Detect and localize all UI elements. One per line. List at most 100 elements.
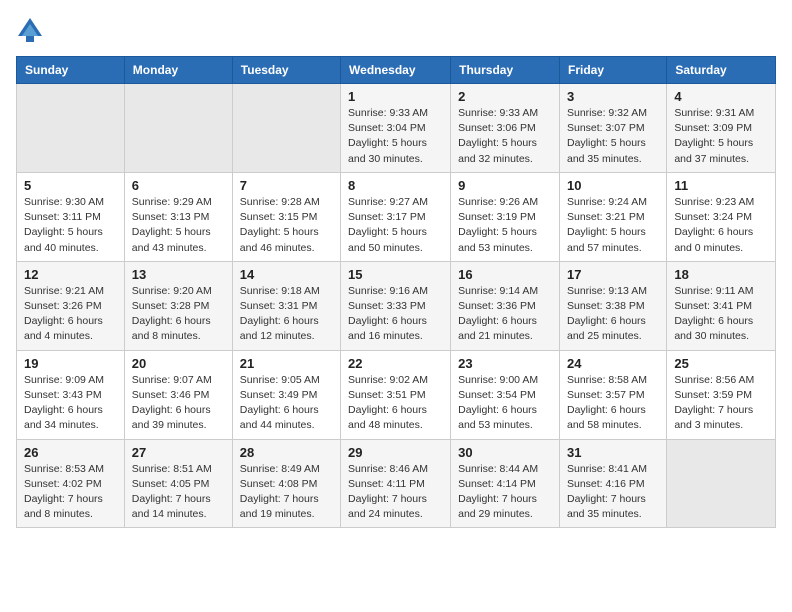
day-number: 6: [132, 178, 225, 193]
day-info: Sunrise: 8:58 AM Sunset: 3:57 PM Dayligh…: [567, 373, 659, 434]
day-info: Sunrise: 9:14 AM Sunset: 3:36 PM Dayligh…: [458, 284, 552, 345]
day-info: Sunrise: 9:31 AM Sunset: 3:09 PM Dayligh…: [674, 106, 768, 167]
day-number: 18: [674, 267, 768, 282]
header-monday: Monday: [124, 57, 232, 84]
day-info: Sunrise: 9:13 AM Sunset: 3:38 PM Dayligh…: [567, 284, 659, 345]
day-number: 17: [567, 267, 659, 282]
header-wednesday: Wednesday: [341, 57, 451, 84]
calendar-cell: 9 Sunrise: 9:26 AM Sunset: 3:19 PM Daylig…: [451, 172, 560, 261]
day-number: 2: [458, 89, 552, 104]
day-number: 13: [132, 267, 225, 282]
day-number: 15: [348, 267, 443, 282]
calendar-cell: 29 Sunrise: 8:46 AM Sunset: 4:11 PM Dayli…: [341, 439, 451, 528]
header-thursday: Thursday: [451, 57, 560, 84]
day-info: Sunrise: 8:46 AM Sunset: 4:11 PM Dayligh…: [348, 462, 443, 523]
day-info: Sunrise: 9:24 AM Sunset: 3:21 PM Dayligh…: [567, 195, 659, 256]
calendar-cell: 5 Sunrise: 9:30 AM Sunset: 3:11 PM Daylig…: [17, 172, 125, 261]
day-info: Sunrise: 9:07 AM Sunset: 3:46 PM Dayligh…: [132, 373, 225, 434]
day-info: Sunrise: 9:29 AM Sunset: 3:13 PM Dayligh…: [132, 195, 225, 256]
header-sunday: Sunday: [17, 57, 125, 84]
calendar-cell: [667, 439, 776, 528]
day-number: 19: [24, 356, 117, 371]
day-number: 14: [240, 267, 333, 282]
day-number: 30: [458, 445, 552, 460]
day-number: 27: [132, 445, 225, 460]
calendar-cell: 7 Sunrise: 9:28 AM Sunset: 3:15 PM Daylig…: [232, 172, 340, 261]
calendar-header-row: SundayMondayTuesdayWednesdayThursdayFrid…: [17, 57, 776, 84]
day-info: Sunrise: 9:02 AM Sunset: 3:51 PM Dayligh…: [348, 373, 443, 434]
calendar-cell: 3 Sunrise: 9:32 AM Sunset: 3:07 PM Daylig…: [559, 84, 666, 173]
calendar-cell: 26 Sunrise: 8:53 AM Sunset: 4:02 PM Dayli…: [17, 439, 125, 528]
day-info: Sunrise: 9:09 AM Sunset: 3:43 PM Dayligh…: [24, 373, 117, 434]
day-number: 20: [132, 356, 225, 371]
calendar-week-3: 12Sunrise: 9:21 AM Sunset: 3:26 PM Dayli…: [17, 261, 776, 350]
calendar-cell: 11 Sunrise: 9:23 AM Sunset: 3:24 PM Dayli…: [667, 172, 776, 261]
day-info: Sunrise: 9:33 AM Sunset: 3:06 PM Dayligh…: [458, 106, 552, 167]
day-number: 21: [240, 356, 333, 371]
day-info: Sunrise: 9:18 AM Sunset: 3:31 PM Dayligh…: [240, 284, 333, 345]
header-saturday: Saturday: [667, 57, 776, 84]
calendar-cell: 30 Sunrise: 8:44 AM Sunset: 4:14 PM Dayli…: [451, 439, 560, 528]
calendar-cell: 1 Sunrise: 9:33 AM Sunset: 3:04 PM Daylig…: [341, 84, 451, 173]
day-number: 24: [567, 356, 659, 371]
calendar-cell: [17, 84, 125, 173]
day-number: 7: [240, 178, 333, 193]
calendar-week-2: 5 Sunrise: 9:30 AM Sunset: 3:11 PM Daylig…: [17, 172, 776, 261]
calendar-cell: 8Sunrise: 9:27 AM Sunset: 3:17 PM Daylig…: [341, 172, 451, 261]
calendar-cell: 27 Sunrise: 8:51 AM Sunset: 4:05 PM Dayli…: [124, 439, 232, 528]
day-info: Sunrise: 8:51 AM Sunset: 4:05 PM Dayligh…: [132, 462, 225, 523]
calendar-cell: 12Sunrise: 9:21 AM Sunset: 3:26 PM Dayli…: [17, 261, 125, 350]
page-header: [16, 16, 776, 44]
day-number: 22: [348, 356, 443, 371]
calendar-cell: 10 Sunrise: 9:24 AM Sunset: 3:21 PM Dayli…: [559, 172, 666, 261]
day-number: 3: [567, 89, 659, 104]
header-tuesday: Tuesday: [232, 57, 340, 84]
day-info: Sunrise: 8:44 AM Sunset: 4:14 PM Dayligh…: [458, 462, 552, 523]
day-number: 9: [458, 178, 552, 193]
header-friday: Friday: [559, 57, 666, 84]
day-number: 29: [348, 445, 443, 460]
day-info: Sunrise: 8:49 AM Sunset: 4:08 PM Dayligh…: [240, 462, 333, 523]
day-number: 4: [674, 89, 768, 104]
day-info: Sunrise: 9:20 AM Sunset: 3:28 PM Dayligh…: [132, 284, 225, 345]
calendar-cell: 16 Sunrise: 9:14 AM Sunset: 3:36 PM Dayli…: [451, 261, 560, 350]
calendar-cell: 13 Sunrise: 9:20 AM Sunset: 3:28 PM Dayli…: [124, 261, 232, 350]
day-info: Sunrise: 9:28 AM Sunset: 3:15 PM Dayligh…: [240, 195, 333, 256]
day-number: 11: [674, 178, 768, 193]
calendar-cell: 21Sunrise: 9:05 AM Sunset: 3:49 PM Dayli…: [232, 350, 340, 439]
day-number: 5: [24, 178, 117, 193]
day-info: Sunrise: 9:26 AM Sunset: 3:19 PM Dayligh…: [458, 195, 552, 256]
day-info: Sunrise: 9:11 AM Sunset: 3:41 PM Dayligh…: [674, 284, 768, 345]
day-number: 12: [24, 267, 117, 282]
calendar-table: SundayMondayTuesdayWednesdayThursdayFrid…: [16, 56, 776, 528]
day-number: 26: [24, 445, 117, 460]
day-info: Sunrise: 8:56 AM Sunset: 3:59 PM Dayligh…: [674, 373, 768, 434]
calendar-cell: 23Sunrise: 9:00 AM Sunset: 3:54 PM Dayli…: [451, 350, 560, 439]
calendar-cell: 24 Sunrise: 8:58 AM Sunset: 3:57 PM Dayli…: [559, 350, 666, 439]
day-number: 16: [458, 267, 552, 282]
day-info: Sunrise: 9:32 AM Sunset: 3:07 PM Dayligh…: [567, 106, 659, 167]
calendar-cell: 15 Sunrise: 9:16 AM Sunset: 3:33 PM Dayli…: [341, 261, 451, 350]
calendar-cell: 18 Sunrise: 9:11 AM Sunset: 3:41 PM Dayli…: [667, 261, 776, 350]
day-info: Sunrise: 9:23 AM Sunset: 3:24 PM Dayligh…: [674, 195, 768, 256]
calendar-cell: [232, 84, 340, 173]
day-info: Sunrise: 8:41 AM Sunset: 4:16 PM Dayligh…: [567, 462, 659, 523]
calendar-week-5: 26 Sunrise: 8:53 AM Sunset: 4:02 PM Dayli…: [17, 439, 776, 528]
day-info: Sunrise: 9:16 AM Sunset: 3:33 PM Dayligh…: [348, 284, 443, 345]
calendar-cell: 22 Sunrise: 9:02 AM Sunset: 3:51 PM Dayli…: [341, 350, 451, 439]
day-info: Sunrise: 9:27 AM Sunset: 3:17 PM Dayligh…: [348, 195, 443, 256]
calendar-cell: 31Sunrise: 8:41 AM Sunset: 4:16 PM Dayli…: [559, 439, 666, 528]
calendar-cell: [124, 84, 232, 173]
calendar-cell: 20 Sunrise: 9:07 AM Sunset: 3:46 PM Dayli…: [124, 350, 232, 439]
calendar-cell: 6 Sunrise: 9:29 AM Sunset: 3:13 PM Daylig…: [124, 172, 232, 261]
day-number: 25: [674, 356, 768, 371]
day-number: 1: [348, 89, 443, 104]
calendar-cell: 25 Sunrise: 8:56 AM Sunset: 3:59 PM Dayli…: [667, 350, 776, 439]
day-info: Sunrise: 8:53 AM Sunset: 4:02 PM Dayligh…: [24, 462, 117, 523]
calendar-cell: 28Sunrise: 8:49 AM Sunset: 4:08 PM Dayli…: [232, 439, 340, 528]
day-number: 10: [567, 178, 659, 193]
day-info: Sunrise: 9:30 AM Sunset: 3:11 PM Dayligh…: [24, 195, 117, 256]
calendar-cell: 17 Sunrise: 9:13 AM Sunset: 3:38 PM Dayli…: [559, 261, 666, 350]
calendar-cell: 19 Sunrise: 9:09 AM Sunset: 3:43 PM Dayli…: [17, 350, 125, 439]
day-info: Sunrise: 9:33 AM Sunset: 3:04 PM Dayligh…: [348, 106, 443, 167]
